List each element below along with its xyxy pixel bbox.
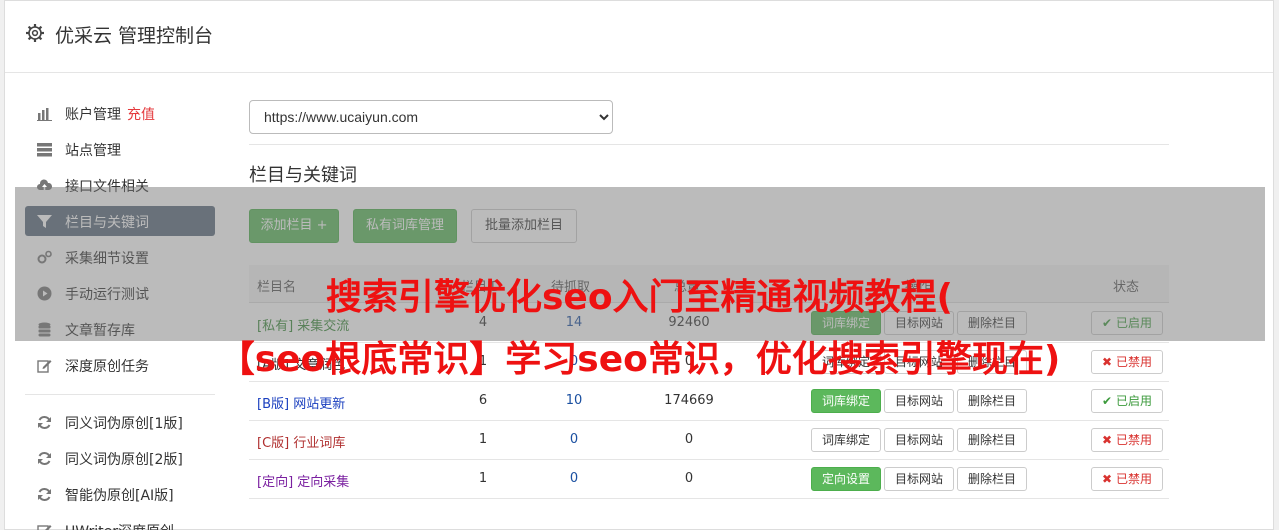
sidebar-item-synonym-v1[interactable]: 同义词伪原创[1版] xyxy=(25,407,215,437)
sidebar-item-label: 站点管理 xyxy=(65,143,121,159)
check-icon: ✔ xyxy=(1102,394,1113,408)
pending-count-link[interactable]: 0 xyxy=(544,432,604,447)
sidebar-item-ai-original[interactable]: 智能伪原创[AI版] xyxy=(25,479,215,509)
refresh-icon xyxy=(38,488,51,501)
sidebar-item-sites[interactable]: 站点管理 xyxy=(25,134,215,164)
column-tag: [C版] xyxy=(257,436,290,451)
delete-column-button[interactable]: 删除栏目 xyxy=(957,389,1027,413)
delete-column-button[interactable]: 删除栏目 xyxy=(957,428,1027,452)
header: 优采云 管理控制台 xyxy=(5,1,1273,73)
column-name-link[interactable]: [C版] 行业词库 xyxy=(257,432,345,451)
column-name-link[interactable]: [定向] 定向采集 xyxy=(257,471,349,490)
target-site-button[interactable]: 目标网站 xyxy=(884,389,954,413)
column-name: 定向采集 xyxy=(297,475,350,490)
sidebar-item-label: 同义词伪原创[2版] xyxy=(65,452,183,468)
status-toggle[interactable]: ✔ 已启用 xyxy=(1091,389,1163,413)
sidebar-item-synonym-v2[interactable]: 同义词伪原创[2版] xyxy=(25,443,215,473)
sidebar-item-label: 智能伪原创[AI版] xyxy=(65,488,174,504)
column-tag: [B版] xyxy=(257,397,290,412)
column-name: 行业词库 xyxy=(293,436,346,451)
status-label: 已禁用 xyxy=(1115,472,1152,486)
column-name-link[interactable]: [B版] 网站更新 xyxy=(257,393,345,412)
column-name: 网站更新 xyxy=(293,397,346,412)
target-site-button[interactable]: 目标网站 xyxy=(884,428,954,452)
status-label: 已禁用 xyxy=(1115,433,1152,447)
bind-library-button[interactable]: 词库绑定 xyxy=(811,428,881,452)
column-id: 1 xyxy=(478,471,488,486)
status-label: 已启用 xyxy=(1115,394,1152,408)
status-toggle[interactable]: ✖ 已禁用 xyxy=(1091,467,1163,491)
total-count: 174669 xyxy=(664,393,714,408)
sidebar-divider xyxy=(25,394,215,395)
sidebar-item-label: UWriter深度原创 xyxy=(65,521,174,530)
page-title: 优采云 管理控制台 xyxy=(55,25,214,47)
gear-icon xyxy=(26,24,44,42)
site-select[interactable]: https://www.ucaiyun.com xyxy=(249,100,613,134)
table-row: [B版] 网站更新 6 10 174669 词库绑定 目标网站 删除栏目 ✔ 已启用 xyxy=(249,382,1169,421)
bind-library-button[interactable]: 词库绑定 xyxy=(811,389,881,413)
table-row: [定向] 定向采集 1 0 0 定向设置 目标网站 删除栏目 ✖ 已禁用 xyxy=(249,460,1169,499)
column-tag: [定向] xyxy=(257,475,294,490)
refresh-icon xyxy=(38,416,51,429)
server-icon xyxy=(37,143,52,157)
edit-icon xyxy=(37,525,52,530)
watermark-line-1: 搜索引擎优化seo入门至精通视频教程( xyxy=(325,277,954,318)
refresh-icon xyxy=(38,452,51,465)
total-count: 0 xyxy=(684,432,694,447)
column-id: 6 xyxy=(478,393,488,408)
delete-column-button[interactable]: 删除栏目 xyxy=(957,467,1027,491)
section-title: 栏目与关键词 xyxy=(249,165,357,186)
watermark-line-2: 【seo根底常识】学习seo常识，优化搜索引擎现在) xyxy=(218,339,1061,380)
close-icon: ✖ xyxy=(1102,472,1113,486)
table-row: [C版] 行业词库 1 0 0 词库绑定 目标网站 删除栏目 ✖ 已禁用 xyxy=(249,421,1169,460)
bind-library-button[interactable]: 定向设置 xyxy=(811,467,881,491)
sidebar-item-uwriter[interactable]: UWriter深度原创 xyxy=(25,515,215,530)
status-toggle[interactable]: ✖ 已禁用 xyxy=(1091,428,1163,452)
recharge-link[interactable]: 充值 xyxy=(127,107,155,123)
sidebar-item-account[interactable]: 账户管理 充值 xyxy=(25,98,215,128)
bar-chart-icon xyxy=(37,108,52,121)
sidebar-item-label: 同义词伪原创[1版] xyxy=(65,416,183,432)
column-id: 1 xyxy=(478,432,488,447)
close-icon: ✖ xyxy=(1102,433,1113,447)
pending-count-link[interactable]: 10 xyxy=(544,393,604,408)
target-site-button[interactable]: 目标网站 xyxy=(884,467,954,491)
total-count: 0 xyxy=(684,471,694,486)
sidebar-item-label: 账户管理 xyxy=(65,107,121,123)
divider xyxy=(249,144,1169,145)
pending-count-link[interactable]: 0 xyxy=(544,471,604,486)
